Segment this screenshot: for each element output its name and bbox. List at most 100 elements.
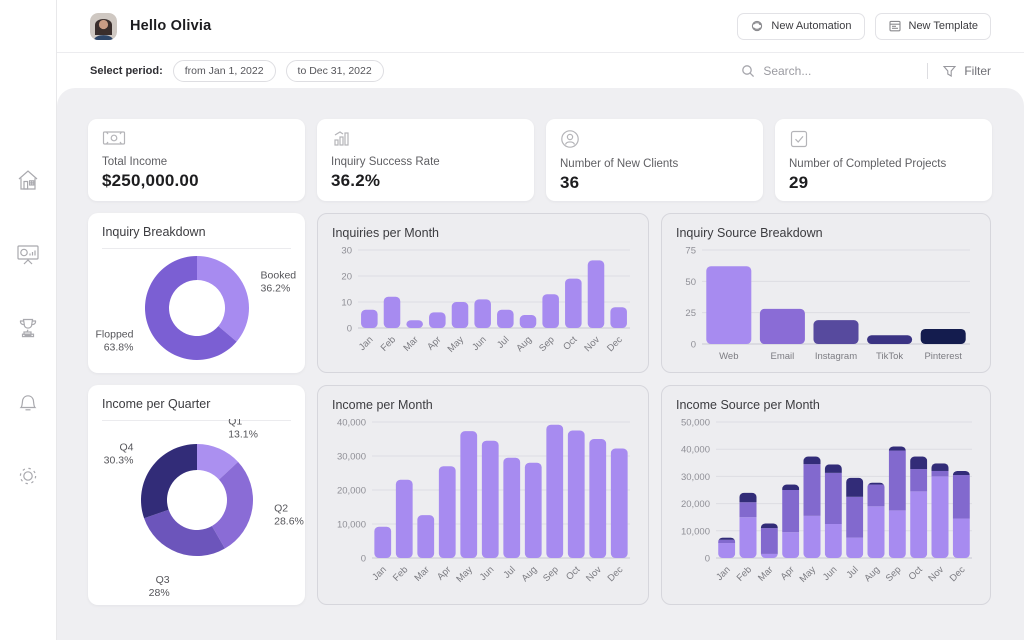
svg-text:63.8%: 63.8%	[104, 341, 134, 353]
svg-text:Jun: Jun	[470, 334, 489, 353]
svg-text:May: May	[798, 564, 819, 585]
svg-text:Jan: Jan	[370, 564, 389, 583]
svg-text:50,000: 50,000	[681, 418, 710, 429]
svg-text:30: 30	[341, 246, 352, 257]
svg-text:Q1: Q1	[228, 419, 242, 428]
presentation-chart-icon	[17, 245, 39, 265]
svg-text:Instagram: Instagram	[815, 351, 857, 362]
svg-text:28.6%: 28.6%	[274, 516, 304, 528]
svg-text:Dec: Dec	[605, 334, 625, 354]
svg-text:Jan: Jan	[714, 564, 733, 583]
svg-text:Aug: Aug	[862, 564, 882, 584]
svg-text:Pinterest: Pinterest	[924, 351, 962, 362]
svg-text:Flopped: Flopped	[96, 328, 134, 340]
svg-text:0: 0	[691, 340, 696, 351]
sidebar-item-notifications[interactable]	[13, 387, 43, 417]
svg-text:Feb: Feb	[391, 564, 410, 583]
card-inquiries-per-month: Inquiries per Month 0 10 20 30 Jan Feb Mar Apr M…	[317, 213, 649, 373]
svg-text:Mar: Mar	[756, 564, 775, 583]
avatar-image	[90, 12, 117, 40]
chart-title: Inquiry Source Breakdown	[676, 226, 823, 240]
svg-text:Jan: Jan	[357, 334, 376, 353]
avatar[interactable]	[90, 12, 117, 40]
svg-text:30,000: 30,000	[681, 472, 710, 483]
svg-text:13.1%: 13.1%	[228, 429, 258, 441]
svg-text:36.2%: 36.2%	[261, 283, 291, 295]
svg-text:10,000: 10,000	[337, 520, 366, 531]
sidebar-nav-list	[0, 165, 56, 491]
sidebar-item-settings[interactable]	[13, 461, 43, 491]
svg-text:Feb: Feb	[379, 334, 398, 353]
kpi-value: 36.2%	[331, 171, 381, 190]
new-template-button[interactable]: New Template	[874, 12, 991, 40]
select-period-label: Select period:	[90, 65, 163, 77]
svg-text:Booked: Booked	[261, 270, 297, 282]
svg-text:Jun: Jun	[821, 564, 840, 583]
svg-text:Sep: Sep	[884, 564, 904, 584]
kpi-label: Number of New Clients	[560, 158, 679, 170]
svg-text:0: 0	[705, 554, 710, 565]
svg-text:Oct: Oct	[561, 334, 579, 352]
sidebar-item-home[interactable]	[13, 165, 43, 195]
svg-text:20: 20	[341, 272, 352, 283]
search-input[interactable]	[763, 64, 914, 78]
period-to-chip[interactable]: to Dec 31, 2022	[285, 60, 384, 82]
kpi-completed-projects: Number of Completed Projects 29	[775, 119, 992, 201]
svg-text:Jun: Jun	[478, 564, 497, 583]
new-client-icon	[561, 130, 579, 148]
inquiry-source-breakdown-bar-chart: 0 25 50 75 Web Email Instagram TikTok Pinterest	[685, 246, 970, 362]
new-automation-button[interactable]: New Automation	[737, 12, 865, 40]
gear-icon	[19, 467, 37, 485]
chart-title: Income Source per Month	[676, 398, 820, 412]
svg-text:Q4: Q4	[119, 442, 133, 454]
svg-text:Apr: Apr	[425, 334, 443, 352]
svg-text:0: 0	[347, 324, 352, 335]
search-box	[741, 64, 914, 78]
trophy-icon	[19, 318, 37, 338]
sidebar	[0, 0, 57, 640]
svg-text:20,000: 20,000	[681, 499, 710, 510]
toolbar-right: Filter	[741, 63, 991, 79]
svg-text:Jul: Jul	[501, 564, 517, 580]
toolbar-divider	[927, 63, 929, 79]
svg-text:Apr: Apr	[435, 564, 453, 582]
svg-text:Web: Web	[719, 351, 738, 362]
period-toolbar: Select period: from Jan 1, 2022 to Dec 3…	[57, 54, 1024, 88]
chart-title: Inquiries per Month	[332, 226, 440, 240]
svg-text:Mar: Mar	[413, 564, 432, 583]
charts-row-2: Income per Quarter Q1 13.1% Q2 28.6% Q3 28% Q4…	[88, 385, 991, 605]
kpi-label: Total Income	[102, 156, 168, 168]
svg-text:Oct: Oct	[907, 564, 925, 582]
kpi-row: Total Income $250,000.00 Inquiry Success…	[88, 119, 992, 201]
bell-icon	[19, 395, 37, 411]
svg-text:Nov: Nov	[926, 564, 946, 584]
new-automation-label: New Automation	[771, 20, 852, 32]
chart-title: Income per Quarter	[102, 397, 291, 421]
svg-text:40,000: 40,000	[681, 445, 710, 456]
svg-text:Sep: Sep	[537, 334, 557, 354]
svg-text:0: 0	[361, 554, 366, 565]
sidebar-item-achievements[interactable]	[13, 313, 43, 343]
kpi-label: Number of Completed Projects	[789, 158, 947, 170]
income-source-per-month-stacked-bar-chart: 0 10,000 20,000 30,000 40,000 50,000 Jan Feb Mar…	[681, 418, 972, 585]
kpi-value: 36	[560, 173, 580, 192]
automation-icon	[752, 20, 763, 32]
svg-text:40,000: 40,000	[337, 418, 366, 429]
svg-text:Jul: Jul	[495, 334, 511, 350]
charts-row-1: Inquiry Breakdown Booked 36.2% Flopped 63.8…	[88, 213, 991, 373]
svg-text:Dec: Dec	[606, 564, 626, 584]
filter-button[interactable]: Filter	[942, 64, 991, 78]
svg-text:May: May	[446, 334, 467, 355]
svg-text:Dec: Dec	[948, 564, 968, 584]
svg-text:30,000: 30,000	[337, 452, 366, 463]
income-per-month-bar-chart: 0 10,000 20,000 30,000 40,000 Jan Feb Mar Apr May…	[337, 418, 630, 585]
svg-text:Nov: Nov	[582, 334, 602, 354]
svg-text:Q3: Q3	[156, 574, 170, 586]
template-icon	[888, 20, 901, 32]
sidebar-item-analytics[interactable]	[13, 239, 43, 269]
period-from-chip[interactable]: from Jan 1, 2022	[172, 60, 276, 82]
header: Hello Olivia New Automation New Template	[57, 0, 1024, 53]
svg-text:10: 10	[341, 298, 352, 309]
dashboard-app: Hello Olivia New Automation New Template…	[0, 0, 1024, 640]
svg-text:Mar: Mar	[401, 334, 420, 353]
